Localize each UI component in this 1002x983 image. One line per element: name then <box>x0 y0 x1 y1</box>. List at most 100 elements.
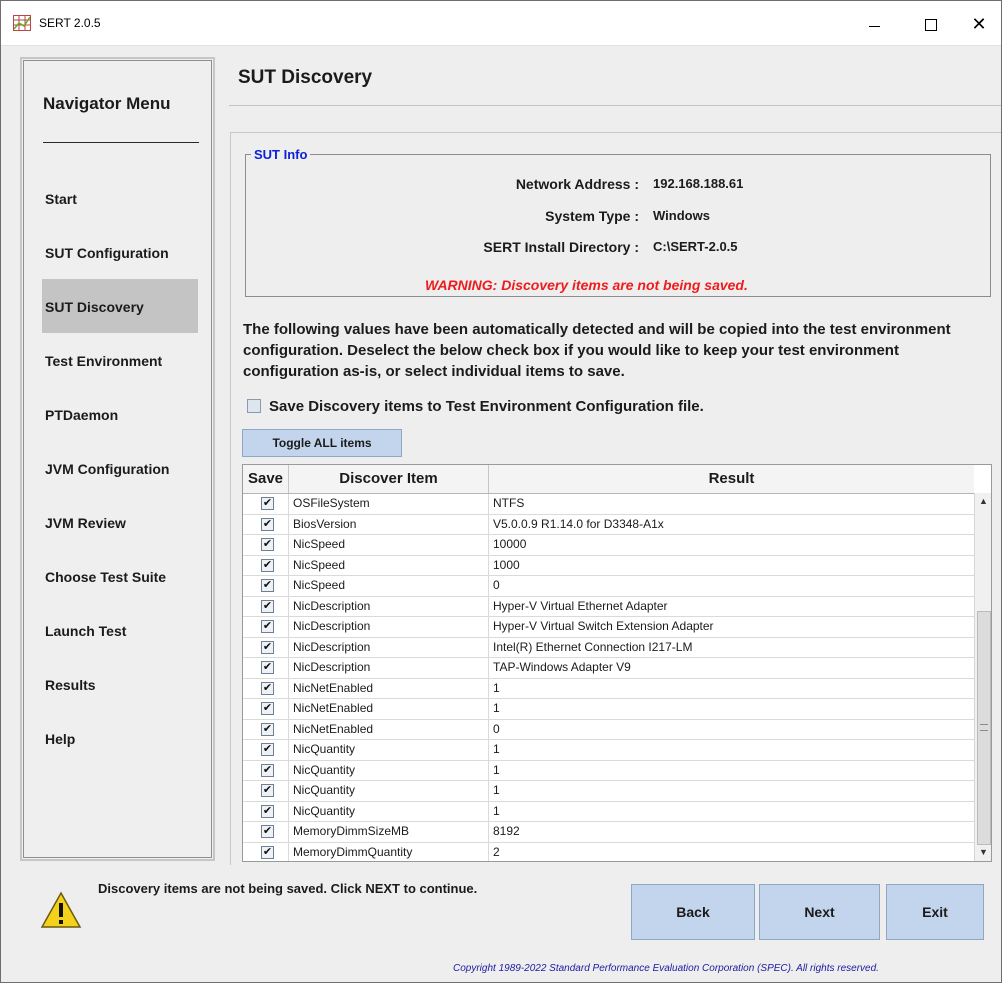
table-row[interactable]: ✔ NicQuantity 1 <box>243 801 974 822</box>
table-row[interactable]: ✔ NicNetEnabled 1 <box>243 699 974 720</box>
discover-item-cell: MemoryDimmQuantity <box>289 842 489 861</box>
nav-item-ptdaemon[interactable]: PTDaemon <box>42 387 198 441</box>
page-header: SUT Discovery <box>229 53 1001 106</box>
row-save-checkbox[interactable]: ✔ <box>261 702 274 715</box>
table-row[interactable]: ✔ NicSpeed 10000 <box>243 535 974 556</box>
copyright-notice: Copyright 1989-2022 Standard Performance… <box>453 963 879 974</box>
result-cell: 1 <box>493 803 500 818</box>
window-title: SERT 2.0.5 <box>39 16 101 30</box>
table-header: Save Discover Item Result <box>243 465 974 494</box>
nav-item-jvm-review[interactable]: JVM Review <box>42 495 198 549</box>
column-header-discover-item[interactable]: Discover Item <box>289 465 489 493</box>
minimize-icon[interactable] <box>851 9 897 39</box>
nav-item-label: Help <box>45 731 76 747</box>
nav-item-choose-test-suite[interactable]: Choose Test Suite <box>42 549 198 603</box>
warning-icon <box>40 891 82 928</box>
grip-icon <box>980 724 988 731</box>
row-save-checkbox[interactable]: ✔ <box>261 661 274 674</box>
table-row[interactable]: ✔ OSFileSystem NTFS <box>243 494 974 515</box>
toggle-all-button[interactable]: Toggle ALL items <box>242 429 402 457</box>
result-cell: 10000 <box>493 537 527 551</box>
row-save-checkbox[interactable]: ✔ <box>261 804 274 818</box>
row-save-checkbox[interactable]: ✔ <box>261 558 274 572</box>
row-save-checkbox[interactable]: ✔ <box>261 825 274 838</box>
row-save-checkbox[interactable]: ✔ <box>261 538 274 551</box>
discover-item-cell: NicQuantity <box>289 760 489 781</box>
save-cell: ✔ <box>243 781 289 801</box>
app-icon <box>13 15 31 31</box>
save-cell: ✔ <box>243 494 289 514</box>
row-save-checkbox[interactable]: ✔ <box>261 640 274 654</box>
save-cell: ✔ <box>243 617 289 637</box>
result-cell: NTFS <box>493 496 525 510</box>
table-row[interactable]: ✔ MemoryDimmSizeMB 8192 <box>243 822 974 843</box>
row-save-checkbox[interactable]: ✔ <box>261 517 274 531</box>
nav-item-label: Choose Test Suite <box>45 569 167 585</box>
nav-item-launch-test[interactable]: Launch Test <box>42 603 198 657</box>
row-save-checkbox[interactable]: ✔ <box>261 722 274 736</box>
result-cell: 0 <box>493 578 500 592</box>
row-save-checkbox[interactable]: ✔ <box>261 497 274 510</box>
app-window: SERT 2.0.5 ✕ Navigator Menu Start SUT Co… <box>0 0 1002 983</box>
nav-item-start[interactable]: Start <box>42 171 198 225</box>
discover-item-cell: NicSpeed <box>289 535 489 555</box>
table-row[interactable]: ✔ NicQuantity 1 <box>243 740 974 761</box>
row-save-checkbox[interactable]: ✔ <box>261 599 274 613</box>
table-row[interactable]: ✔ NicNetEnabled 1 <box>243 678 974 699</box>
discover-item-cell: NicDescription <box>289 617 489 637</box>
nav-item-sut-configuration[interactable]: SUT Configuration <box>42 225 198 279</box>
table-row[interactable]: ✔ NicQuantity 1 <box>243 760 974 781</box>
discover-item-cell: NicNetEnabled <box>289 719 489 740</box>
back-button[interactable]: Back <box>631 884 755 940</box>
nav-item-results[interactable]: Results <box>42 657 198 711</box>
nav-item-jvm-configuration[interactable]: JVM Configuration <box>42 441 198 495</box>
save-cell: ✔ <box>243 555 289 576</box>
table-body: ✔ OSFileSystem NTFS ✔ BiosVersion V5.0.0.9 R1… <box>243 494 974 861</box>
discover-item-cell: NicDescription <box>289 637 489 658</box>
row-save-checkbox[interactable]: ✔ <box>261 579 274 592</box>
next-button[interactable]: Next <box>759 884 880 940</box>
row-save-checkbox[interactable]: ✔ <box>261 784 274 797</box>
column-header-save[interactable]: Save <box>243 465 289 493</box>
save-cell: ✔ <box>243 822 289 842</box>
nav-item-help[interactable]: Help <box>42 711 198 765</box>
title-bar: SERT 2.0.5 ✕ <box>1 1 1001 46</box>
table-row[interactable]: ✔ NicSpeed 0 <box>243 576 974 597</box>
row-save-checkbox[interactable]: ✔ <box>261 845 274 859</box>
row-save-checkbox[interactable]: ✔ <box>261 681 274 695</box>
nav-item-test-environment[interactable]: Test Environment <box>42 333 198 387</box>
column-header-result[interactable]: Result <box>489 465 974 493</box>
table-row[interactable]: ✔ NicQuantity 1 <box>243 781 974 802</box>
table-row[interactable]: ✔ NicDescription Intel(R) Ethernet Connect… <box>243 637 974 658</box>
save-discovery-checkbox[interactable] <box>247 399 261 413</box>
table-row[interactable]: ✔ NicDescription TAP-Windows Adapter V9 <box>243 658 974 679</box>
table-row[interactable]: ✔ BiosVersion V5.0.0.9 R1.14.0 for D3348-A… <box>243 514 974 535</box>
table-row[interactable]: ✔ NicDescription Hyper-V Virtual Switch Ex… <box>243 617 974 638</box>
nav-item-label: Launch Test <box>45 623 127 639</box>
result-cell: 1 <box>493 742 500 756</box>
result-cell: 2 <box>493 844 500 859</box>
exit-button[interactable]: Exit <box>886 884 984 940</box>
result-cell: 1 <box>493 762 500 777</box>
close-icon[interactable]: ✕ <box>956 9 1001 39</box>
table-row[interactable]: ✔ NicSpeed 1000 <box>243 555 974 576</box>
row-save-checkbox[interactable]: ✔ <box>261 743 274 756</box>
row-save-checkbox[interactable]: ✔ <box>261 620 274 633</box>
discovery-table: Save Discover Item Result ✔ OSFileSystem N… <box>242 464 992 862</box>
discover-item-cell: NicDescription <box>289 596 489 617</box>
table-row[interactable]: ✔ NicNetEnabled 0 <box>243 719 974 740</box>
vertical-scrollbar[interactable]: ▲ ▼ <box>974 493 991 861</box>
scroll-up-icon[interactable]: ▲ <box>975 493 991 510</box>
nav-item-sut-discovery[interactable]: SUT Discovery <box>42 279 198 333</box>
nav-item-label: Results <box>45 677 96 693</box>
maximize-icon[interactable] <box>908 9 954 39</box>
table-row[interactable]: ✔ MemoryDimmQuantity 2 <box>243 842 974 861</box>
save-cell: ✔ <box>243 678 289 699</box>
scrollbar-thumb[interactable] <box>977 611 991 845</box>
save-discovery-label[interactable]: Save Discovery items to Test Environment… <box>269 398 704 415</box>
table-row[interactable]: ✔ NicDescription Hyper-V Virtual Ethernet … <box>243 596 974 617</box>
nav-item-label: JVM Review <box>45 515 126 531</box>
discover-item-cell: NicQuantity <box>289 740 489 760</box>
scroll-down-icon[interactable]: ▼ <box>975 844 991 861</box>
row-save-checkbox[interactable]: ✔ <box>261 763 274 777</box>
